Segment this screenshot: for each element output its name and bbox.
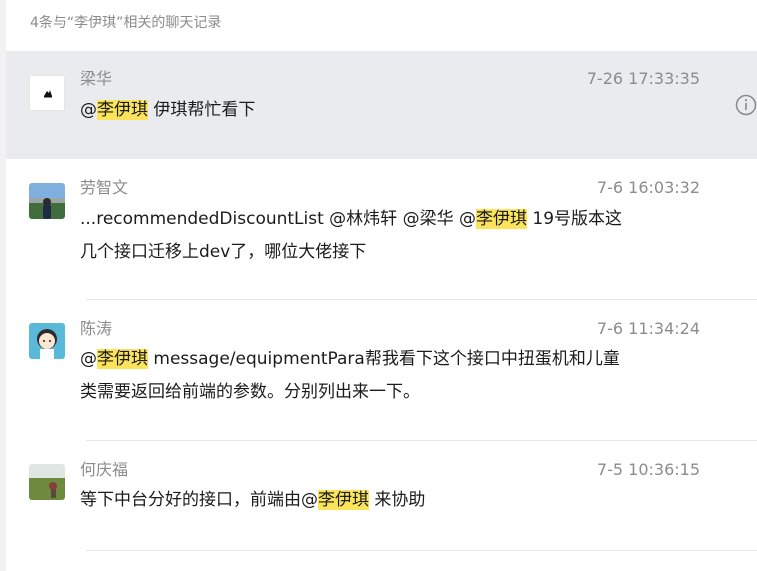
sender-name: 梁华	[80, 69, 113, 88]
avatar	[29, 323, 65, 359]
avatar-image	[29, 183, 65, 219]
message-line: @李伊琪 message/equipmentPara帮我看下这个接口中扭蛋机和儿…	[80, 343, 700, 376]
sender-name: 陈涛	[80, 319, 113, 338]
avatar	[29, 464, 65, 500]
sender-name: 何庆福	[80, 460, 129, 479]
message-text: ...recommendedDiscountList @林炜轩 @梁华 @李伊琪…	[80, 203, 700, 269]
message-time: 7-6 16:03:32	[596, 178, 700, 197]
message-line: ...recommendedDiscountList @林炜轩 @梁华 @李伊琪…	[80, 203, 700, 236]
message-text-suffix: 来协助	[369, 490, 426, 510]
divider	[86, 550, 757, 551]
search-result-item[interactable]: 梁华 7-26 17:33:35 @李伊琪 伊琪帮忙看下	[6, 51, 757, 159]
search-result-item[interactable]: 何庆福 7-5 10:36:15 等下中台分好的接口，前端由@李伊琪 来协助	[6, 441, 757, 551]
avatar-image	[30, 76, 64, 110]
message-text-suffix: 伊琪帮忙看下	[148, 100, 256, 120]
info-icon[interactable]	[735, 94, 757, 116]
keyword-highlight: 李伊琪	[97, 100, 148, 120]
message-text-suffix: message/equipmentPara帮我看下这个接口中扭蛋机和儿童	[148, 349, 620, 369]
message-text-prefix: 等下中台分好的接口，前端由@	[80, 490, 318, 510]
message-text: @李伊琪 message/equipmentPara帮我看下这个接口中扭蛋机和儿…	[80, 343, 700, 409]
avatar	[29, 75, 65, 111]
message-time: 7-6 11:34:24	[596, 319, 700, 338]
message-text-suffix: 19号版本这	[527, 209, 623, 229]
message-text-prefix: @	[80, 100, 97, 120]
chat-search-results: 4条与“李伊琪”相关的聊天记录 梁华 7-26 17:33:35 @李伊琪 伊琪…	[0, 0, 757, 571]
message-text-prefix: @	[80, 349, 97, 369]
avatar	[29, 183, 65, 219]
message-text: @李伊琪 伊琪帮忙看下	[80, 94, 700, 127]
message-time: 7-26 17:33:35	[586, 69, 700, 88]
sender-name: 劳智文	[80, 178, 129, 197]
message-text: 等下中台分好的接口，前端由@李伊琪 来协助	[80, 484, 700, 517]
keyword-highlight: 李伊琪	[476, 209, 527, 229]
keyword-highlight: 李伊琪	[97, 349, 148, 369]
avatar-image	[29, 464, 65, 500]
message-line: 类需要返回给前端的参数。分别列出来一下。	[80, 382, 420, 402]
avatar-image	[29, 323, 65, 359]
message-line: 几个接口迁移上dev了，哪位大佬接下	[80, 242, 367, 262]
keyword-highlight: 李伊琪	[318, 490, 369, 510]
message-text-prefix: ...recommendedDiscountList @林炜轩 @梁华 @	[80, 209, 476, 229]
search-result-item[interactable]: 陈涛 7-6 11:34:24 @李伊琪 message/equipmentPa…	[6, 300, 757, 441]
results-header: 4条与“李伊琪”相关的聊天记录	[30, 15, 222, 31]
message-time: 7-5 10:36:15	[596, 460, 700, 479]
search-result-item[interactable]: 劳智文 7-6 16:03:32 ...recommendedDiscountL…	[6, 159, 757, 300]
